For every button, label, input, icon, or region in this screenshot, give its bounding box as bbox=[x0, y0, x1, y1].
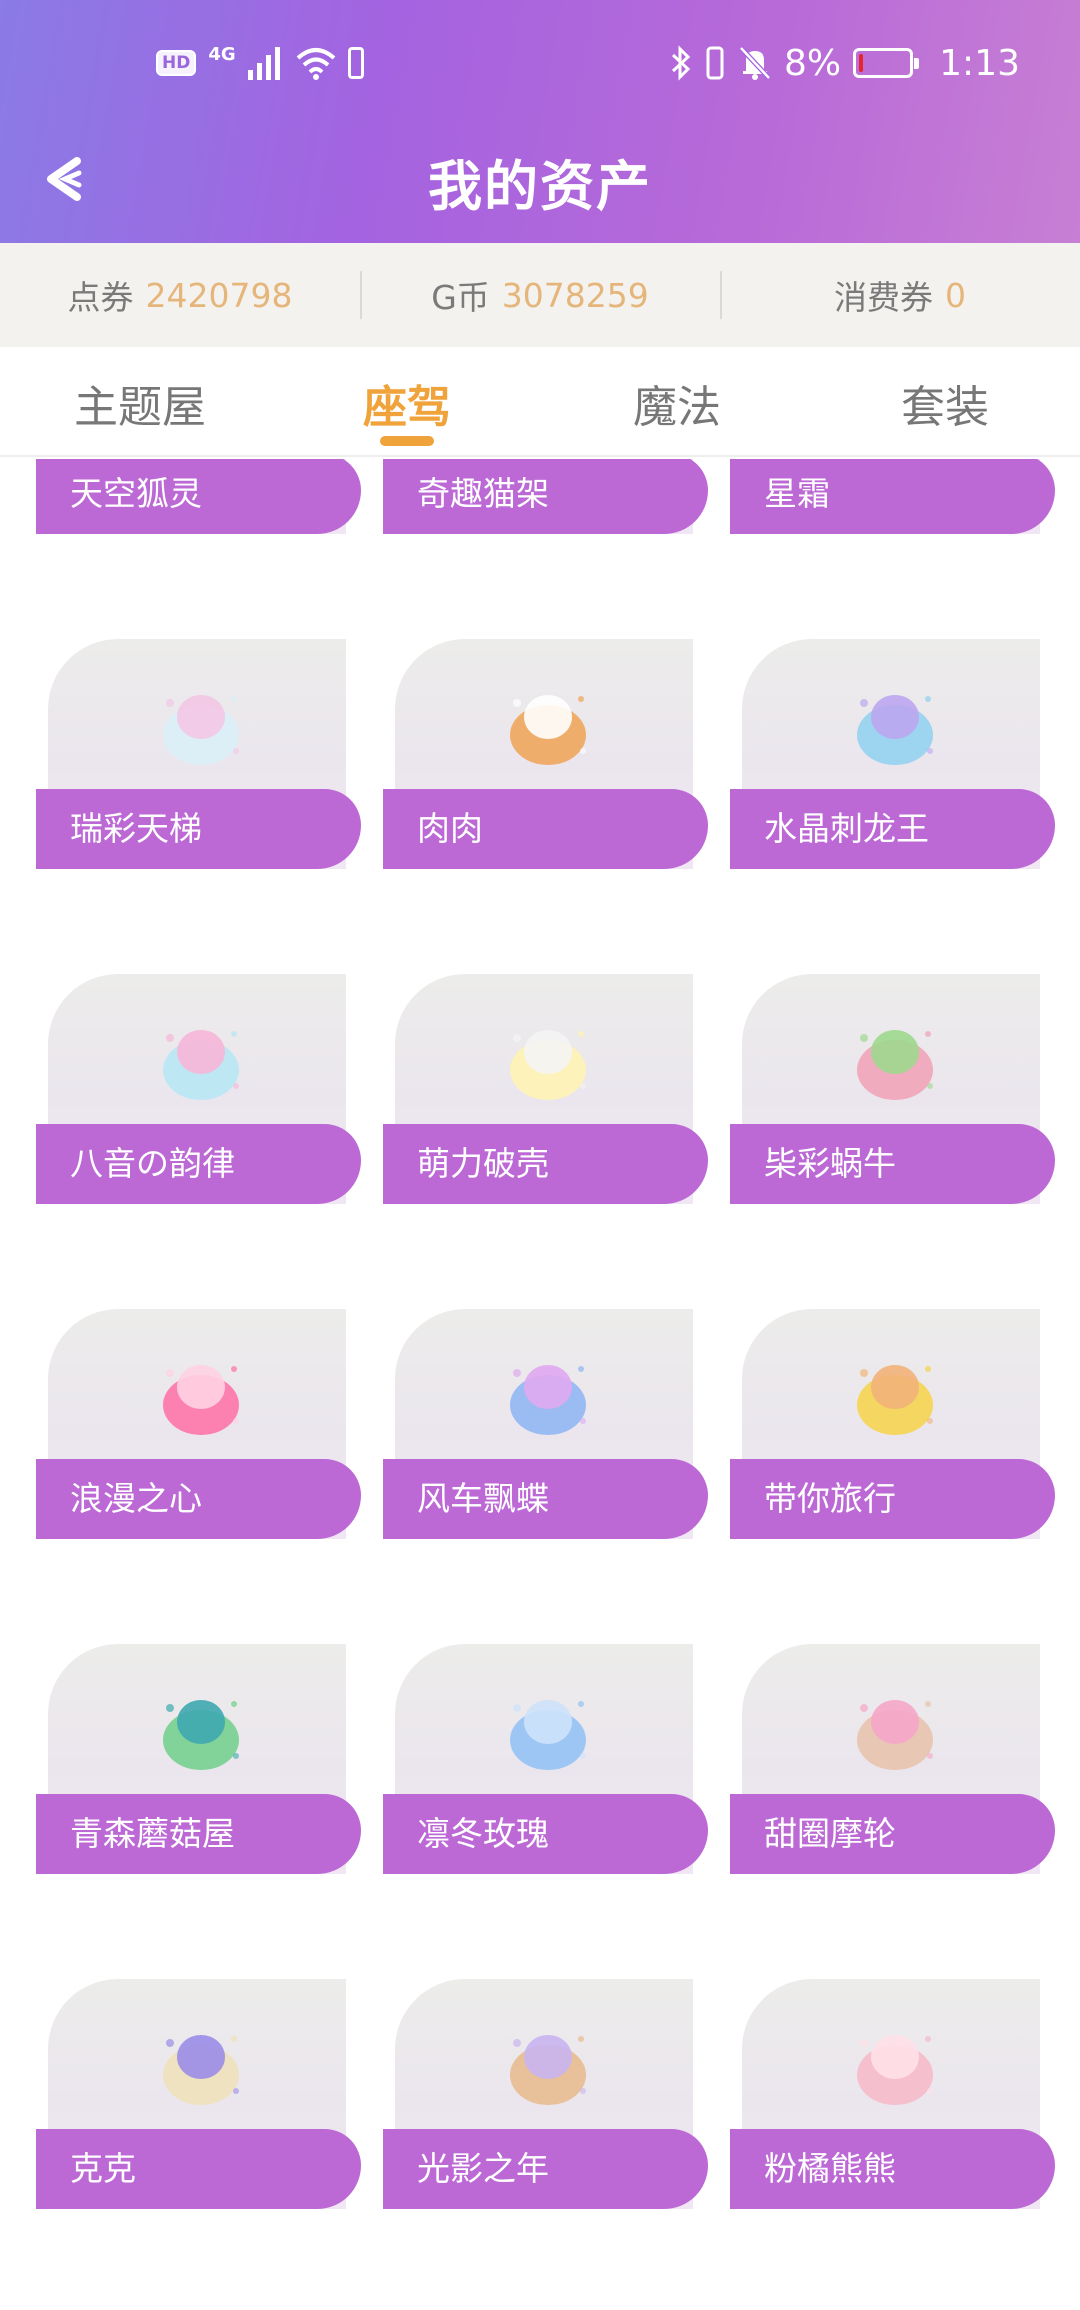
asset-card-label: 萌力破壳 bbox=[383, 1124, 708, 1204]
asset-card-label: 带你旅行 bbox=[730, 1459, 1055, 1539]
phone-battery-icon bbox=[347, 47, 364, 79]
battery-percent: 8% bbox=[784, 42, 842, 84]
hd-icon: HD bbox=[156, 50, 197, 76]
asset-card[interactable]: 星霜 bbox=[730, 459, 1055, 544]
balance-label: G币 bbox=[431, 278, 490, 317]
asset-card[interactable]: 带你旅行 bbox=[730, 1309, 1055, 1549]
snail-icon bbox=[857, 1030, 933, 1100]
asset-card[interactable]: 光影之年 bbox=[383, 1979, 708, 2219]
asset-card[interactable]: 风车飘蝶 bbox=[383, 1309, 708, 1549]
tab-vehicle[interactable]: 座驾 bbox=[307, 371, 507, 435]
pink-bear-icon bbox=[857, 2035, 933, 2105]
battery-level-fill bbox=[859, 54, 864, 72]
balance-label: 消费券 bbox=[834, 278, 933, 317]
balance-value: 0 bbox=[945, 275, 966, 315]
asset-card-label: 水晶刺龙王 bbox=[730, 789, 1055, 869]
tab-theme-house[interactable]: 主题屋 bbox=[40, 371, 240, 435]
mushroom-house-icon bbox=[163, 1700, 239, 1770]
asset-card-label: 甜圈摩轮 bbox=[730, 1794, 1055, 1874]
asset-card-label: 天空狐灵 bbox=[36, 459, 361, 534]
asset-card[interactable]: 肉肉 bbox=[383, 639, 708, 879]
asset-card-label: 星霜 bbox=[730, 459, 1055, 534]
asset-card[interactable]: 克克 bbox=[36, 1979, 361, 2219]
asset-card-label: 克克 bbox=[36, 2129, 361, 2209]
corgi-icon bbox=[510, 695, 586, 765]
vibrate-icon bbox=[706, 46, 724, 80]
network-type: 4G bbox=[208, 44, 236, 65]
convertible-car-icon bbox=[163, 2035, 239, 2105]
status-bar: HD 4G 8% 1:13 bbox=[0, 0, 1080, 120]
asset-card[interactable]: 凛冬玫瑰 bbox=[383, 1644, 708, 1884]
asset-card[interactable]: 萌力破壳 bbox=[383, 974, 708, 1214]
tab-outfit[interactable]: 套装 bbox=[845, 371, 1045, 435]
asset-card[interactable]: 甜圈摩轮 bbox=[730, 1644, 1055, 1884]
asset-card[interactable]: 水晶刺龙王 bbox=[730, 639, 1055, 879]
scooter-bear-icon bbox=[857, 1365, 933, 1435]
page-title: 我的资产 bbox=[428, 155, 652, 218]
asset-card-label: 浪漫之心 bbox=[36, 1459, 361, 1539]
balance-value: 2420798 bbox=[145, 275, 293, 315]
pinwheel-butterfly-icon bbox=[510, 1365, 586, 1435]
asset-card-label: 粉橘熊熊 bbox=[730, 2129, 1055, 2209]
feather-icon bbox=[510, 2035, 586, 2105]
mute-bell-icon bbox=[739, 46, 771, 80]
balance-label: 点券 bbox=[67, 278, 134, 317]
ice-orb-icon bbox=[510, 1700, 586, 1770]
signal-icon bbox=[247, 47, 280, 80]
asset-card[interactable]: 八音の韵律 bbox=[36, 974, 361, 1214]
music-wings-icon bbox=[163, 1030, 239, 1100]
asset-card-label: 青森蘑菇屋 bbox=[36, 1794, 361, 1874]
balance-value: 3078259 bbox=[501, 275, 649, 315]
asset-card-label: 奇趣猫架 bbox=[383, 459, 708, 534]
balance-bar: 点券 2420798 G币 3078259 消费券 0 bbox=[0, 243, 1080, 347]
wifi-icon bbox=[296, 48, 335, 80]
active-tab-indicator bbox=[380, 436, 434, 446]
asset-card-label: 光影之年 bbox=[383, 2129, 708, 2209]
title-bar: 我的资产 bbox=[0, 120, 1080, 243]
asset-card[interactable]: 奇趣猫架 bbox=[383, 459, 708, 544]
asset-card-label: 凛冬玫瑰 bbox=[383, 1794, 708, 1874]
category-tabs: 主题屋 座驾 魔法 套装 bbox=[0, 347, 1080, 457]
balance-consumption-vouchers: 消费券 0 bbox=[720, 243, 1080, 347]
tab-magic[interactable]: 魔法 bbox=[577, 371, 777, 435]
asset-card[interactable]: 青森蘑菇屋 bbox=[36, 1644, 361, 1884]
winged-ladder-icon bbox=[163, 695, 239, 765]
asset-card[interactable]: 粉橘熊熊 bbox=[730, 1979, 1055, 2219]
egg-chick-icon bbox=[510, 1030, 586, 1100]
donut-ferris-wheel-icon bbox=[857, 1700, 933, 1770]
status-right: 8% 1:13 bbox=[670, 40, 1020, 86]
balance-gcoin: G币 3078259 bbox=[360, 243, 720, 347]
heart-icon bbox=[163, 1365, 239, 1435]
status-left: HD 4G bbox=[156, 40, 364, 86]
bluetooth-icon bbox=[672, 45, 691, 81]
header: HD 4G 8% 1:13 我的资产 bbox=[0, 0, 1080, 243]
clock: 1:13 bbox=[939, 42, 1020, 84]
asset-card[interactable]: 枈彩蜗牛 bbox=[730, 974, 1055, 1214]
asset-card[interactable]: 浪漫之心 bbox=[36, 1309, 361, 1549]
asset-card-label: 瑞彩天梯 bbox=[36, 789, 361, 869]
asset-grid[interactable]: 天空狐灵 奇趣猫架 星霜瑞彩天梯 肉肉 水晶刺龙王八音の韵律 萌力破壳 枈彩蜗牛浪漫之心 风车… bbox=[0, 459, 1080, 2310]
asset-card-label: 风车飘蝶 bbox=[383, 1459, 708, 1539]
asset-card-label: 八音の韵律 bbox=[36, 1124, 361, 1204]
balance-coupons: 点券 2420798 bbox=[0, 243, 360, 347]
asset-card[interactable]: 天空狐灵 bbox=[36, 459, 361, 544]
asset-card[interactable]: 瑞彩天梯 bbox=[36, 639, 361, 879]
asset-card-label: 枈彩蜗牛 bbox=[730, 1124, 1055, 1204]
battery-icon bbox=[853, 48, 920, 78]
crystal-dragon-icon bbox=[857, 695, 933, 765]
asset-card-label: 肉肉 bbox=[383, 789, 708, 869]
